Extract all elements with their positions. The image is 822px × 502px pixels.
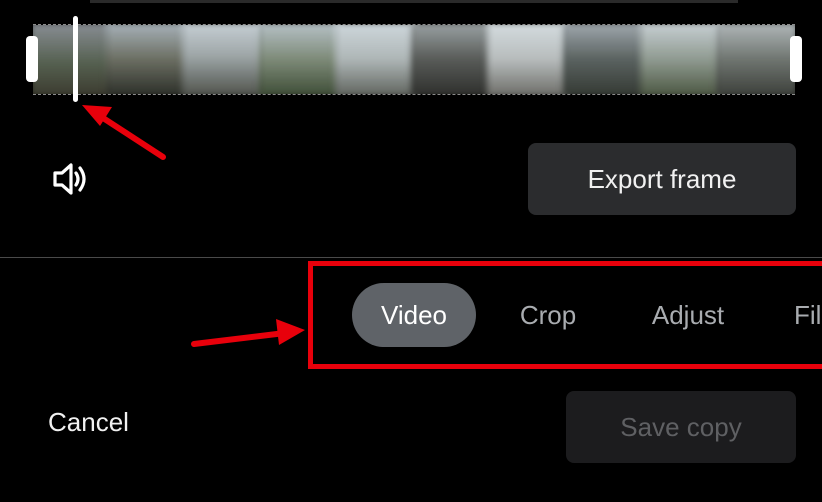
- video-editor: Export frame Video Crop Adjust Fil Cance…: [0, 0, 822, 502]
- annotation-arrow-tabs: [191, 319, 305, 347]
- divider: [0, 257, 822, 258]
- export-frame-button[interactable]: Export frame: [528, 143, 796, 215]
- video-preview-edge: [90, 0, 738, 3]
- trim-end-handle[interactable]: [790, 36, 802, 82]
- filmstrip-frame: [410, 25, 494, 94]
- annotation-highlight-box: [308, 261, 822, 369]
- playhead[interactable]: [73, 16, 78, 102]
- speaker-volume-icon[interactable]: [52, 160, 90, 198]
- filmstrip-frame: [563, 25, 646, 94]
- trim-start-handle[interactable]: [26, 36, 38, 82]
- filmstrip-frame: [639, 25, 722, 94]
- cancel-button[interactable]: Cancel: [48, 407, 129, 438]
- filmstrip-frame: [182, 25, 265, 94]
- annotation-arrow-playhead: [82, 105, 166, 160]
- filmstrip-frame: [334, 25, 418, 94]
- video-filmstrip[interactable]: [33, 24, 795, 95]
- filmstrip-frame: [106, 25, 189, 94]
- filmstrip-frame: [715, 25, 795, 94]
- filmstrip-frame: [487, 25, 570, 94]
- save-copy-button[interactable]: Save copy: [566, 391, 796, 463]
- filmstrip-frame: [258, 25, 341, 94]
